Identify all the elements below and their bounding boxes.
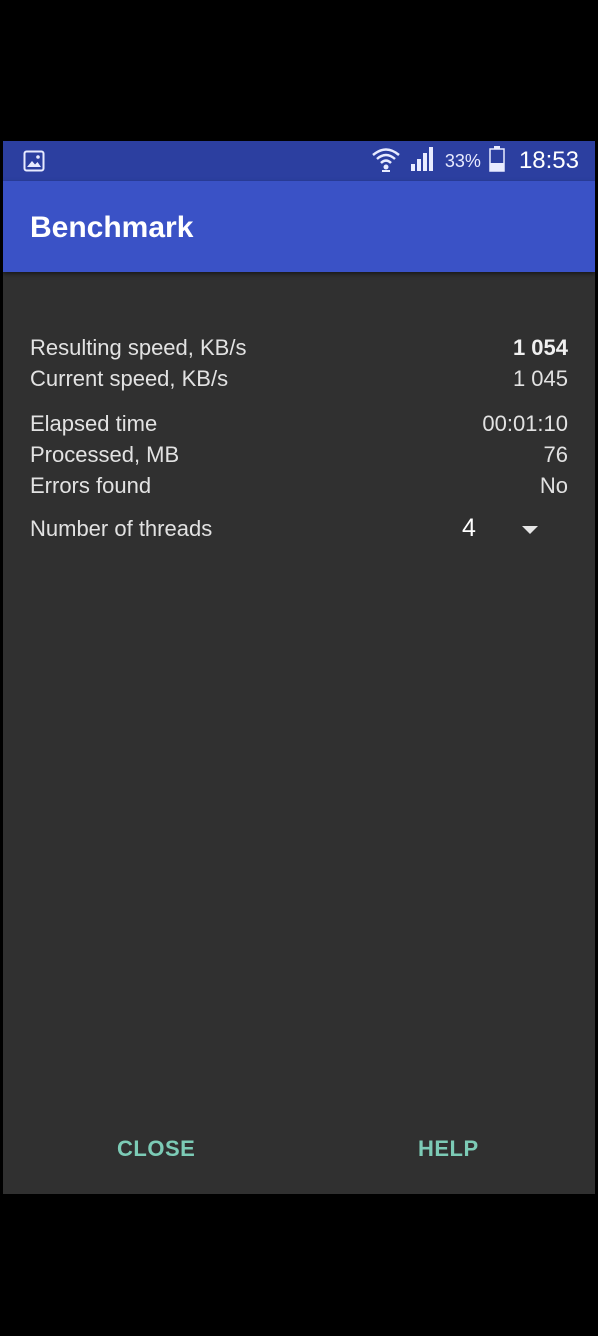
stat-label: Elapsed time — [30, 411, 158, 436]
image-icon — [23, 150, 45, 172]
stat-label: Processed, MB — [30, 442, 180, 467]
page-title: Benchmark — [30, 211, 194, 244]
wifi-icon — [371, 145, 401, 178]
stat-value: No — [539, 473, 568, 498]
close-button[interactable]: CLOSE — [117, 1136, 195, 1162]
stat-label: Current speed, KB/s — [30, 366, 229, 391]
stat-row-elapsed-time: Elapsed time 00:01:10 — [30, 411, 568, 437]
battery-icon — [489, 145, 505, 177]
threads-row: Number of threads 4 — [30, 514, 568, 548]
stat-value: 00:01:10 — [482, 411, 568, 436]
battery-percent: 33% — [444, 150, 481, 171]
dropdown-arrow-icon — [522, 526, 538, 534]
stat-value: 1 054 — [512, 335, 568, 360]
screen: 33% 18:53 Benchmark Resulting speed, KB/… — [3, 141, 595, 1194]
stat-label: Errors found — [30, 473, 152, 498]
status-bar: 33% 18:53 — [3, 141, 595, 181]
stat-row-current-speed: Current speed, KB/s 1 045 — [30, 366, 568, 392]
stat-value: 1 045 — [512, 366, 568, 391]
stat-value: 76 — [543, 442, 568, 467]
stat-row-errors: Errors found No — [30, 473, 568, 499]
stat-row-resulting-speed: Resulting speed, KB/s 1 054 — [30, 335, 568, 361]
app-bar: Benchmark — [3, 181, 595, 272]
stat-label: Resulting speed, KB/s — [30, 335, 247, 360]
clock: 18:53 — [518, 147, 579, 174]
signal-icon — [409, 146, 437, 177]
help-button[interactable]: HELP — [418, 1136, 479, 1162]
threads-label: Number of threads — [30, 516, 213, 541]
stat-row-processed: Processed, MB 76 — [30, 442, 568, 468]
threads-dropdown[interactable]: 4 — [460, 514, 572, 548]
threads-value: 4 — [462, 514, 476, 542]
